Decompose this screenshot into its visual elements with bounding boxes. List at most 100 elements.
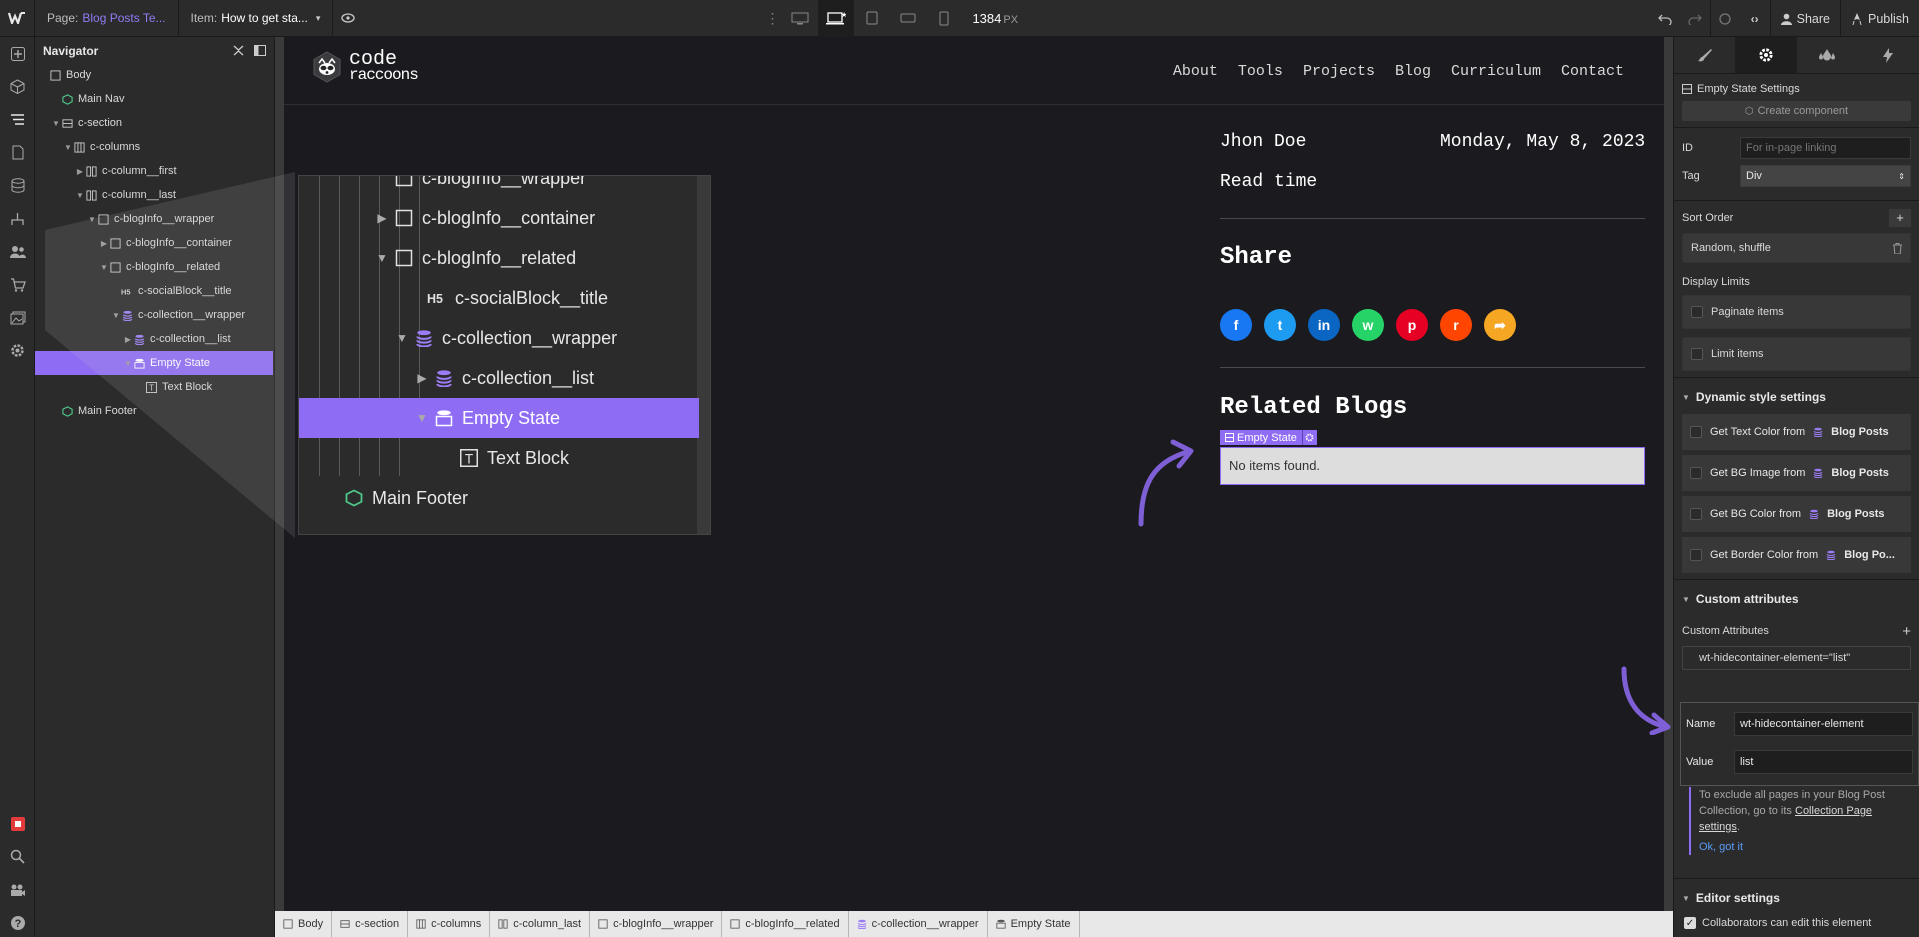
tree-row-c-bloginfo-wrapper[interactable]: ▼ c-blogInfo__wrapper xyxy=(35,207,275,231)
tree-row-body[interactable]: Body xyxy=(35,63,275,87)
expanded-caret-icon[interactable]: ▼ xyxy=(63,143,73,152)
breakpoint-tablet-icon[interactable] xyxy=(854,0,890,37)
reddit-icon[interactable]: r xyxy=(1440,309,1472,341)
ok-got-it-link[interactable]: Ok, got it xyxy=(1699,839,1915,855)
breadcrumb-item[interactable]: c-column_last xyxy=(490,911,591,937)
dynamic-style-item[interactable]: Get Border Color from Blog Po... xyxy=(1682,537,1911,573)
limit-items-row[interactable]: Limit items xyxy=(1682,337,1911,371)
logic-flow-icon[interactable] xyxy=(0,202,35,235)
design-canvas[interactable]: code raccoons About Tools Projects Blog … xyxy=(275,37,1673,911)
symbols-cube-icon[interactable] xyxy=(0,70,35,103)
pages-icon[interactable] xyxy=(0,136,35,169)
breakpoint-desktop-icon[interactable]: ★ xyxy=(818,0,855,37)
breakpoint-mobile-landscape-icon[interactable] xyxy=(890,0,926,37)
attribute-name-input[interactable]: wt-hidecontainer-element xyxy=(1734,712,1913,736)
limit-checkbox[interactable] xyxy=(1691,348,1703,360)
expanded-caret-icon[interactable]: ▼ xyxy=(111,311,121,320)
linkedin-icon[interactable]: in xyxy=(1308,309,1340,341)
nav-link-tools[interactable]: Tools xyxy=(1238,63,1283,80)
nav-link-curriculum[interactable]: Curriculum xyxy=(1451,63,1541,80)
empty-state-box[interactable]: No items found. xyxy=(1220,447,1645,485)
attribute-summary-row[interactable]: wt-hidecontainer-element="list" xyxy=(1682,646,1911,670)
custom-attributes-header[interactable]: ▼ Custom attributes xyxy=(1674,586,1919,612)
dynamic-style-checkbox[interactable] xyxy=(1690,508,1702,520)
dynamic-style-header[interactable]: ▼ Dynamic style settings xyxy=(1674,384,1919,410)
dynamic-style-checkbox[interactable] xyxy=(1690,549,1702,561)
ecommerce-cart-icon[interactable] xyxy=(0,268,35,301)
tab-style-manager-drops-icon[interactable] xyxy=(1797,37,1858,73)
paginate-checkbox[interactable] xyxy=(1691,306,1703,318)
expanded-caret-icon[interactable]: ▼ xyxy=(123,359,133,368)
add-attribute-icon[interactable]: + xyxy=(1902,623,1911,640)
collapsed-caret-icon[interactable]: ▶ xyxy=(99,239,109,248)
search-icon[interactable] xyxy=(0,840,35,873)
element-settings-gear-icon[interactable] xyxy=(1301,430,1317,445)
expanded-caret-icon[interactable]: ▼ xyxy=(99,263,109,272)
breadcrumb-item[interactable]: c-section xyxy=(332,911,409,937)
add-panel-icon[interactable] xyxy=(0,37,35,70)
share-arrow-icon[interactable]: ➦ xyxy=(1484,309,1516,341)
breakpoint-mobile-portrait-icon[interactable] xyxy=(926,0,962,37)
canvas-right-resize-handle[interactable] xyxy=(1664,37,1673,911)
collapsed-caret-icon[interactable]: ▶ xyxy=(75,167,85,176)
add-sort-icon[interactable]: + xyxy=(1889,209,1911,227)
tree-row-c-columns[interactable]: ▼ c-columns xyxy=(35,135,275,159)
tab-interactions-bolt-icon[interactable] xyxy=(1858,37,1919,73)
read-time[interactable]: Read time xyxy=(1220,172,1317,192)
tree-row-c-column-first[interactable]: ▶ c-column__first xyxy=(35,159,275,183)
tree-row-main-nav[interactable]: Main Nav xyxy=(35,87,275,111)
author-name[interactable]: Jhon Doe xyxy=(1220,132,1306,152)
dynamic-style-item[interactable]: Get BG Color from Blog Posts xyxy=(1682,496,1911,532)
tab-style-brush-icon[interactable] xyxy=(1674,37,1735,73)
tag-select[interactable]: Div ⇕ xyxy=(1740,165,1911,187)
sort-order-card[interactable]: Random, shuffle xyxy=(1682,233,1911,263)
expanded-caret-icon[interactable]: ▼ xyxy=(75,191,85,200)
page-selector[interactable]: Page: Blog Posts Te... xyxy=(35,0,179,37)
tree-row-text-block[interactable]: T Text Block xyxy=(35,375,275,399)
editor-settings-header[interactable]: ▼ Editor settings xyxy=(1674,885,1919,911)
share-button[interactable]: Share xyxy=(1769,0,1840,37)
nav-link-projects[interactable]: Projects xyxy=(1303,63,1375,80)
item-selector[interactable]: Item: How to get sta... ▾ xyxy=(179,0,333,37)
twitter-icon[interactable]: t xyxy=(1264,309,1296,341)
create-component-button[interactable]: ⬡ Create component xyxy=(1682,101,1911,121)
breadcrumb-item[interactable]: c-collection__wrapper xyxy=(849,911,988,937)
site-logo[interactable]: code raccoons xyxy=(311,50,419,83)
undo-icon[interactable] xyxy=(1650,0,1680,37)
collapse-all-icon[interactable] xyxy=(233,45,244,56)
trash-icon[interactable] xyxy=(1893,242,1902,254)
tree-row-c-bloginfo-related[interactable]: ▼ c-blogInfo__related xyxy=(35,255,275,279)
selected-element-tag[interactable]: Empty State xyxy=(1220,430,1317,445)
tree-row-c-section[interactable]: ▼ c-section xyxy=(35,111,275,135)
settings-gear-icon[interactable] xyxy=(0,334,35,367)
preview-eye-icon[interactable] xyxy=(332,0,362,37)
dynamic-style-item[interactable]: Get BG Image from Blog Posts xyxy=(1682,455,1911,491)
help-icon[interactable]: ? xyxy=(0,906,35,937)
share-heading[interactable]: Share xyxy=(1220,244,1292,271)
related-blogs-heading[interactable]: Related Blogs xyxy=(1220,394,1407,421)
pinterest-icon[interactable]: p xyxy=(1396,309,1428,341)
assets-images-icon[interactable] xyxy=(0,301,35,334)
dynamic-style-checkbox[interactable] xyxy=(1690,467,1702,479)
breadcrumb-item[interactable]: c-columns xyxy=(408,911,491,937)
dock-panel-icon[interactable] xyxy=(254,45,266,56)
nav-link-contact[interactable]: Contact xyxy=(1561,63,1624,80)
tree-row-main-footer[interactable]: Main Footer xyxy=(35,399,275,423)
breadcrumb-item[interactable]: c-blogInfo__related xyxy=(722,911,849,937)
tree-row-c-collection-list[interactable]: ▶ c-collection__list xyxy=(35,327,275,351)
tab-settings-gear-icon[interactable] xyxy=(1735,37,1797,73)
tree-row-c-collection-wrapper[interactable]: ▼ c-collection__wrapper xyxy=(35,303,275,327)
webflow-logo-icon[interactable] xyxy=(0,0,35,37)
nav-link-about[interactable]: About xyxy=(1173,63,1218,80)
facebook-icon[interactable]: f xyxy=(1220,309,1252,341)
publish-button[interactable]: Publish xyxy=(1840,0,1919,37)
tree-row-c-socialblock-title[interactable]: H5 c-socialBlock__title xyxy=(35,279,275,303)
breadcrumb-item[interactable]: c-blogInfo__wrapper xyxy=(590,911,723,937)
whatsapp-icon[interactable]: w xyxy=(1352,309,1384,341)
navigator-layers-icon[interactable] xyxy=(0,103,35,136)
post-date[interactable]: Monday, May 8, 2023 xyxy=(1440,132,1645,152)
collapsed-caret-icon[interactable]: ▶ xyxy=(123,335,133,344)
tree-row-c-bloginfo-container[interactable]: ▶ c-blogInfo__container xyxy=(35,231,275,255)
attribute-value-input[interactable]: list xyxy=(1734,750,1913,774)
dynamic-style-checkbox[interactable] xyxy=(1690,426,1702,438)
